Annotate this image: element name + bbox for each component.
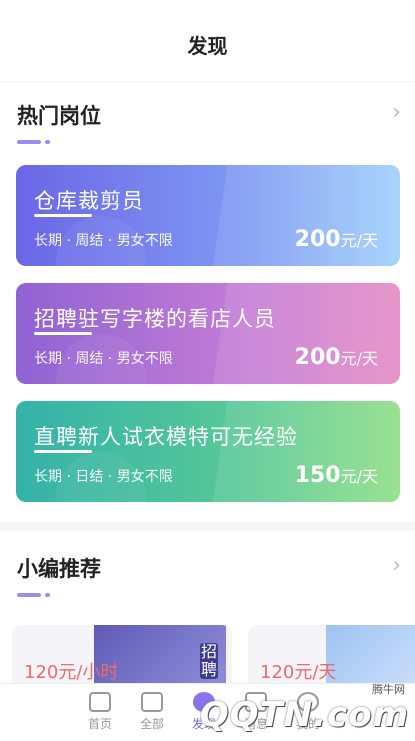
job-card[interactable]: 直聘新人试衣模特可无经验 长期 · 日结 · 男女不限 150元/天 bbox=[16, 401, 400, 502]
job-title-underline bbox=[34, 214, 92, 217]
job-card[interactable]: 仓库裁剪员 长期 · 周结 · 男女不限 200元/天 bbox=[16, 165, 400, 266]
job-tags: 长期 · 日结 · 男女不限 bbox=[34, 469, 173, 485]
job-title: 仓库裁剪员 bbox=[34, 189, 144, 213]
hot-jobs-header[interactable]: 热门岗位 › bbox=[0, 82, 415, 144]
section-divider bbox=[0, 522, 415, 531]
title-underline bbox=[17, 593, 41, 597]
recommend-title: 小编推荐 bbox=[17, 557, 101, 581]
tab-label: 首页 bbox=[87, 717, 112, 731]
job-salary: 200元/天 bbox=[294, 345, 378, 370]
recommend-price: 120元/小时 bbox=[24, 662, 119, 683]
job-title-underline bbox=[34, 332, 92, 335]
tab-all[interactable]: 全部 bbox=[126, 684, 178, 741]
job-title-underline bbox=[34, 450, 92, 453]
list-icon bbox=[141, 692, 163, 712]
home-icon bbox=[89, 692, 111, 712]
recommend-card[interactable]: 招聘 120元/小时 bbox=[12, 625, 232, 685]
chevron-right-icon[interactable]: › bbox=[392, 100, 401, 125]
job-salary: 200元/天 bbox=[294, 227, 378, 252]
recommend-image-text: 招聘 bbox=[200, 642, 218, 679]
tab-home[interactable]: 首页 bbox=[74, 684, 126, 741]
hot-jobs-title: 热门岗位 bbox=[17, 104, 101, 128]
top-bar: 发现 bbox=[0, 0, 415, 82]
job-title: 招聘驻写字楼的看店人员 bbox=[34, 307, 276, 331]
recommend-price: 120元/天 bbox=[260, 662, 337, 683]
title-underline bbox=[17, 140, 41, 144]
job-tags: 长期 · 周结 · 男女不限 bbox=[34, 233, 173, 249]
chevron-right-icon[interactable]: › bbox=[392, 553, 401, 578]
title-underline-dot bbox=[45, 593, 50, 597]
watermark: 腾牛网 QQTN.com bbox=[199, 683, 409, 735]
page-title: 发现 bbox=[187, 34, 228, 58]
recommend-image bbox=[326, 625, 415, 685]
tab-label: 全部 bbox=[139, 717, 164, 731]
recommend-header[interactable]: 小编推荐 › bbox=[0, 535, 415, 597]
hot-jobs-list: 仓库裁剪员 长期 · 周结 · 男女不限 200元/天 招聘驻写字楼的看店人员 … bbox=[16, 165, 400, 519]
watermark-site: 腾牛网 bbox=[372, 683, 405, 696]
title-underline-dot bbox=[45, 140, 50, 144]
job-tags: 长期 · 周结 · 男女不限 bbox=[34, 351, 173, 367]
job-salary: 150元/天 bbox=[294, 463, 378, 488]
watermark-logo: QQTN.com bbox=[199, 695, 409, 735]
job-card[interactable]: 招聘驻写字楼的看店人员 长期 · 周结 · 男女不限 200元/天 bbox=[16, 283, 400, 384]
recommend-card[interactable]: 120元/天 bbox=[248, 625, 415, 685]
job-title: 直聘新人试衣模特可无经验 bbox=[34, 425, 298, 449]
